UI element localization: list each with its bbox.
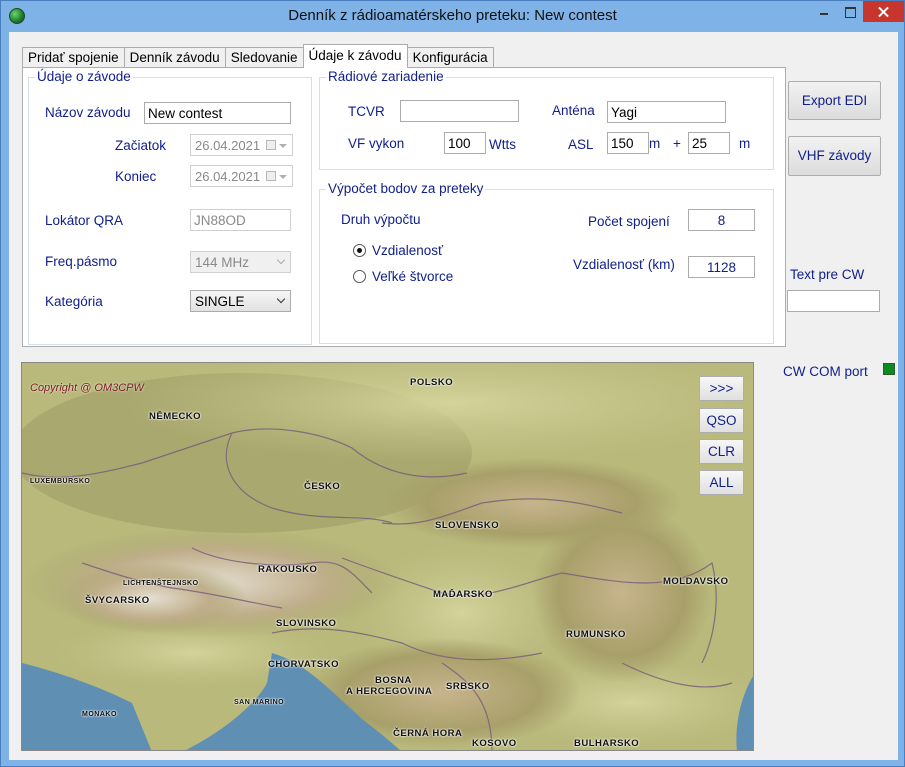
- tab-contest-log[interactable]: Denník závodu: [123, 47, 226, 68]
- chevron-down-icon: [276, 294, 286, 304]
- country-label-croatia: CHORVATSKO: [268, 659, 339, 670]
- height-unit: m: [739, 136, 751, 151]
- radio-big-squares-label[interactable]: Veľké štvorce: [372, 269, 453, 284]
- power-label: VF vykon: [348, 136, 405, 151]
- country-label-slovakia: SLOVENSKO: [435, 520, 500, 531]
- radio-distance-label[interactable]: Vzdialenosť: [372, 243, 443, 258]
- country-label-slovenia: SLOVINSKO: [276, 618, 337, 629]
- calendar-icon: [266, 140, 276, 150]
- chevron-down-icon: [276, 255, 286, 265]
- category-label: Kategória: [45, 294, 103, 309]
- cw-com-port-label: CW COM port: [783, 364, 868, 379]
- power-unit: Wtts: [489, 137, 516, 152]
- country-label-germany: NĚMECKO: [149, 411, 202, 422]
- country-label-montenegro: ČERNÁ HORA: [393, 728, 463, 739]
- cw-com-port-status-indicator: [883, 363, 895, 375]
- contest-name-input[interactable]: [144, 102, 291, 124]
- country-label-kosovo: KOSOVO: [472, 738, 517, 749]
- contest-name-label: Názov závodu: [45, 105, 131, 120]
- map-panel[interactable]: Copyright @ OM3CPW POLSKO NĚMECKO ČESKO …: [21, 362, 754, 751]
- power-input[interactable]: [444, 132, 486, 154]
- country-label-luxembourg: LUXEMBURSKO: [30, 478, 91, 485]
- qso-count-input[interactable]: [688, 209, 755, 231]
- start-date-value: 26.04.2021: [195, 138, 261, 153]
- tcvr-label: TCVR: [348, 104, 385, 119]
- country-label-austria: RAKOUSKO: [258, 564, 318, 575]
- tab-configuration[interactable]: Konfigurácia: [406, 47, 494, 68]
- map-qso-button[interactable]: QSO: [699, 408, 744, 433]
- asl-unit: m: [649, 136, 661, 151]
- band-label: Freq.pásmo: [45, 254, 118, 269]
- close-button[interactable]: [863, 1, 904, 22]
- map-all-button[interactable]: ALL: [699, 470, 744, 495]
- distance-label: Vzdialenosť (km): [573, 257, 675, 272]
- asl-label: ASL: [568, 137, 594, 152]
- app-window: Denník z rádioamatérskeho preteku: New c…: [0, 0, 905, 767]
- radio-equipment-group: Rádiové zariadenie: [319, 69, 774, 170]
- country-label-monaco: MONAKO: [82, 711, 117, 718]
- country-label-moldova: MOLDAVSKO: [663, 576, 729, 587]
- tcvr-input[interactable]: [400, 100, 519, 122]
- asl-input[interactable]: [607, 132, 649, 154]
- antenna-height-input[interactable]: [688, 132, 730, 154]
- radio-big-squares[interactable]: [353, 270, 366, 283]
- antenna-input[interactable]: [607, 101, 726, 123]
- country-label-liechtenstein: LICHTENŠTEJNSKO: [123, 580, 199, 587]
- country-label-switzerland: ŠVYCARSKO: [85, 595, 150, 606]
- vhf-contests-button[interactable]: VHF závody: [788, 136, 881, 176]
- country-label-serbia: SRBSKO: [446, 681, 490, 692]
- calendar-icon: [266, 171, 276, 181]
- client-area: Pridať spojenie Denník závodu Sledovanie…: [9, 32, 898, 760]
- country-label-san-marino: SAN MARINO: [234, 699, 285, 706]
- country-label-hungary: MAĎARSKO: [433, 589, 493, 600]
- minimize-button[interactable]: [811, 1, 837, 22]
- locator-input[interactable]: [190, 209, 291, 231]
- antenna-label: Anténa: [552, 103, 595, 118]
- radio-distance[interactable]: [353, 244, 366, 257]
- tab-contest-data[interactable]: Údaje k závodu: [302, 44, 408, 68]
- start-label: Začiatok: [115, 138, 167, 153]
- window-title: Denník z rádioamatérskeho preteku: New c…: [288, 7, 617, 24]
- map-next-button[interactable]: >>>: [699, 376, 744, 401]
- locator-label: Lokátor QRA: [45, 213, 124, 228]
- tab-add-qso[interactable]: Pridať spojenie: [22, 47, 125, 68]
- country-label-romania: RUMUNSKO: [566, 629, 626, 640]
- end-date-value: 26.04.2021: [195, 169, 261, 184]
- tab-tracking[interactable]: Sledovanie: [224, 47, 304, 68]
- start-date-picker[interactable]: 26.04.2021: [190, 134, 293, 156]
- country-label-poland: POLSKO: [410, 377, 454, 388]
- title-bar[interactable]: Denník z rádioamatérskeho preteku: New c…: [1, 1, 904, 31]
- country-label-bosnia: BOSNA: [375, 675, 412, 686]
- qso-count-label: Počet spojení: [588, 214, 670, 229]
- country-label-czechia: ČESKO: [304, 481, 341, 492]
- cw-text-input[interactable]: [787, 290, 880, 312]
- cw-text-label: Text pre CW: [790, 267, 865, 282]
- band-select[interactable]: 144 MHz: [190, 251, 291, 273]
- export-edi-button[interactable]: Export EDI: [788, 81, 881, 120]
- end-date-picker[interactable]: 26.04.2021: [190, 165, 293, 187]
- carpathians-south: [532, 503, 712, 683]
- contest-info-title: Údaje o závode: [35, 69, 133, 84]
- country-label-bulgaria: BULHARSKO: [574, 738, 640, 749]
- category-value: SINGLE: [195, 294, 245, 309]
- tab-page-contest-data: Údaje o závode Názov závodu Začiatok 26.…: [22, 67, 786, 347]
- chevron-down-icon: [279, 175, 287, 179]
- plus-sign: +: [673, 136, 681, 151]
- map-copyright: Copyright @ OM3CPW: [30, 382, 144, 394]
- scoring-title: Výpočet bodov za preteky: [326, 181, 486, 196]
- band-value: 144 MHz: [195, 255, 250, 270]
- maximize-button[interactable]: [837, 1, 863, 22]
- category-select[interactable]: SINGLE: [190, 290, 291, 312]
- radio-equipment-title: Rádiové zariadenie: [326, 69, 446, 84]
- chevron-down-icon: [279, 144, 287, 148]
- method-label: Druh výpočtu: [341, 212, 421, 227]
- country-label-herzegovina: A HERCEGOVINA: [346, 686, 433, 697]
- distance-input[interactable]: [688, 256, 755, 278]
- tab-strip: Pridať spojenie Denník závodu Sledovanie…: [22, 44, 494, 68]
- map-clear-button[interactable]: CLR: [699, 439, 744, 464]
- end-label: Koniec: [115, 169, 157, 184]
